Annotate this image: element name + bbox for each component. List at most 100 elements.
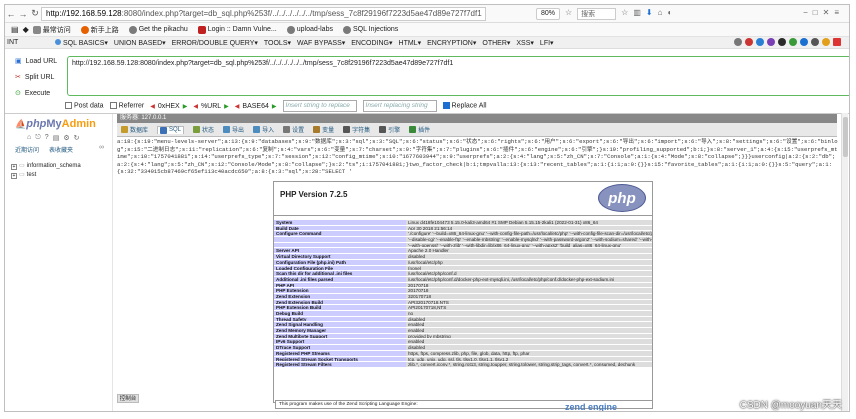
address-bar[interactable]: http://192.168.59.128:8080/index.php?tar… (41, 7, 486, 21)
window-controls: − □ ✕ ≡ (803, 8, 839, 17)
tab-sql[interactable]: SQL (157, 125, 185, 134)
referrer-checkbox[interactable]: Referrer (109, 102, 144, 110)
phpmyadmin-logo[interactable]: ⛵phpMyAdmin (15, 118, 96, 130)
tree-item-information-schema[interactable]: + ▭ information_schema (11, 162, 81, 171)
replace-with-input[interactable]: Insert replacing string (362, 100, 437, 112)
minimize-icon[interactable]: − (803, 8, 808, 17)
hackbar-menu-encoding[interactable]: ENCODING▾ (351, 39, 392, 47)
tree-item-test[interactable]: + ▭ test (11, 171, 81, 180)
bookmark-item[interactable]: Login :: Damn Vulne... (197, 25, 277, 34)
extension-icon[interactable] (811, 38, 819, 46)
hackbar-url-textarea[interactable]: http://192.168.59.128:8080/index.php?tar… (67, 56, 849, 96)
split-url-button[interactable]: ✂ Split URL (15, 71, 57, 83)
url-encoder[interactable]: ◀ %URL ▶ (193, 103, 228, 110)
post-data-checkbox[interactable]: Post data (65, 102, 104, 110)
docs-icon[interactable]: ▤ (53, 134, 60, 142)
extension-icon[interactable] (833, 38, 841, 46)
phpinfo-value: disabled (406, 254, 652, 259)
csdn-watermark: CSDN @mooyuan天天 (739, 400, 842, 411)
import-icon (253, 126, 261, 133)
bookmark-star-icon[interactable]: ☆ (565, 8, 572, 20)
tab-plugins[interactable]: 插件 (409, 125, 430, 134)
extension-icon[interactable] (756, 38, 764, 46)
hackbar-menu-xss[interactable]: XSS▾ (516, 39, 534, 47)
tab-status[interactable]: 状态 (193, 125, 214, 134)
hackbar-menu-html[interactable]: HTML▾ (399, 39, 422, 47)
tab-engines[interactable]: 引擎 (379, 125, 400, 134)
extension-icon[interactable] (822, 38, 830, 46)
phpinfo-key: Loaded Configuration File (274, 265, 406, 271)
extension-icon[interactable] (734, 38, 742, 46)
phpinfo-value: '--disable-cgi' '--enable-ftp' '--enable… (406, 237, 652, 242)
base64-encoder[interactable]: ◀ BASE64 ▶ (235, 103, 277, 110)
hackbar-menu-waf[interactable]: WAF BYPASS▾ (297, 39, 345, 47)
hackbar-menu-sql-basics[interactable]: SQL BASICS▾ (55, 38, 108, 47)
maximize-icon[interactable]: □ (813, 8, 818, 17)
bookmark-item[interactable]: Get the pikachu (128, 25, 188, 34)
reload-icon[interactable]: ↻ (29, 8, 41, 19)
reload-icon[interactable]: ↻ (74, 134, 80, 142)
zoom-level[interactable]: 80% (536, 8, 560, 20)
tab-settings[interactable]: 设置 (283, 125, 304, 134)
tab-databases[interactable]: 数据库 (121, 125, 148, 134)
vertical-scrollbar[interactable] (841, 113, 848, 411)
replace-all-checkbox[interactable]: Replace All (442, 102, 487, 110)
phpinfo-value: enabled (406, 322, 652, 328)
home-icon[interactable]: ⌂ (658, 8, 663, 20)
hackbar-menu-tools[interactable]: TOOLS▾ (264, 39, 291, 47)
bookmark-item[interactable]: 新手上路 (80, 25, 119, 35)
logout-icon[interactable]: ⎋ (35, 134, 41, 142)
breadcrumb[interactable]: 服务器: 127.0.0.1 (117, 114, 837, 123)
bookmark-item[interactable]: 最常访问 (32, 25, 71, 35)
close-icon[interactable]: ✕ (823, 8, 830, 17)
phpinfo-key: PHP Extension Build (274, 305, 406, 310)
back-icon[interactable]: ← (5, 9, 17, 19)
phpinfo-key: PHP API (274, 282, 406, 288)
hackbar-menu-union[interactable]: UNION BASED▾ (114, 39, 166, 47)
tab-charset[interactable]: 字符集 (343, 125, 370, 134)
library-icon[interactable]: ▥ (633, 8, 641, 20)
extension-icon[interactable] (800, 38, 808, 46)
link-icon[interactable]: ∞ (99, 144, 104, 151)
phpinfo-header: PHP Version 7.2.5 php (274, 182, 652, 216)
pma-navigation-panel: ⛵phpMyAdmin ⌂ ⎋ ? ▤ ⚙ ↻ 近期访问 表收藏夹 ∞ + ▭ in… (5, 114, 113, 411)
phpinfo-key: Zend Extension (274, 293, 406, 299)
console-button[interactable]: 控制台 (117, 394, 139, 403)
phpinfo-key: Configure Command (274, 231, 406, 237)
extension-icon[interactable] (767, 38, 775, 46)
favorites-tab[interactable]: 表收藏夹 (49, 145, 73, 154)
bookmark-item[interactable]: SQL Injections (342, 25, 398, 34)
execute-button[interactable]: ⊙ Execute (15, 87, 57, 99)
hackbar-menu-lfi[interactable]: LFI▾ (540, 39, 554, 47)
hackbar-menu-other[interactable]: OTHER▾ (482, 39, 510, 47)
tab-import[interactable]: 导入 (253, 125, 274, 134)
tab-variables[interactable]: 变量 (313, 125, 334, 134)
bookmarks-icon[interactable]: ◆ (23, 25, 29, 34)
extension-icon[interactable] (789, 38, 797, 46)
hex-encoder[interactable]: ◀ 0xHEX ▶ (150, 103, 187, 110)
gear-icon[interactable]: ⚙ (63, 134, 69, 142)
phpinfo-value: 20170718 (406, 288, 652, 293)
extension-icon[interactable] (778, 38, 786, 46)
load-url-button[interactable]: ▣ Load URL (15, 55, 57, 67)
execute-icon: ⊙ (15, 90, 21, 97)
phpinfo-value: enabled (406, 339, 652, 345)
pocket-icon[interactable]: ◐ (667, 8, 672, 20)
replace-search-input[interactable]: Insert string to replace (282, 100, 357, 112)
tab-export[interactable]: 导出 (223, 125, 244, 134)
sidebar-toggle-icon[interactable]: ▤ (11, 25, 19, 34)
hackbar-menu-error[interactable]: ERROR/DOUBLE QUERY▾ (172, 39, 258, 47)
download-icon[interactable]: ⬇ (646, 8, 653, 20)
search-field[interactable]: 搜索 (577, 8, 617, 20)
home-icon[interactable]: ⌂ (27, 134, 31, 142)
expand-icon: + (11, 172, 17, 179)
hackbar-menu-encryption[interactable]: ENCRYPTION▾ (427, 39, 476, 47)
bookmark-list-icon[interactable]: ☆ (621, 8, 628, 20)
forward-icon[interactable]: → (17, 9, 29, 19)
menu-icon[interactable]: ≡ (834, 8, 839, 17)
help-icon[interactable]: ? (45, 134, 49, 142)
extension-icon[interactable] (745, 38, 753, 46)
hackbar-int-select[interactable]: INT (7, 39, 49, 46)
bookmark-item[interactable]: upload-labs (286, 25, 333, 34)
recent-tab[interactable]: 近期访问 (15, 145, 39, 154)
